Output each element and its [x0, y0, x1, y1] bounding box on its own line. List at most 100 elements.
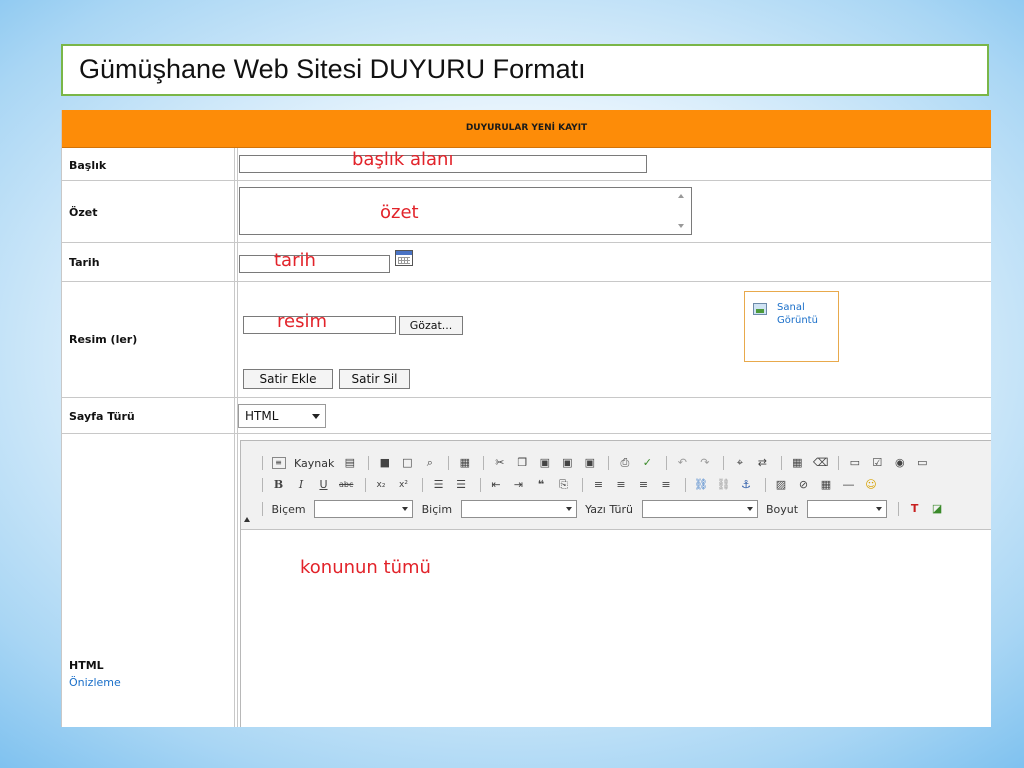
- size-select[interactable]: [806, 500, 887, 518]
- row-ozet: Özet özet: [62, 181, 991, 243]
- sayfa-turu-label: Sayfa Türü: [69, 410, 135, 423]
- size-label: Boyut: [766, 502, 799, 516]
- font-select[interactable]: [641, 500, 758, 518]
- column-separator: [237, 434, 238, 727]
- table-icon[interactable]: ▦: [819, 478, 833, 492]
- sayfa-turu-selected: HTML: [245, 409, 279, 423]
- radio-icon[interactable]: ◉: [893, 456, 907, 470]
- collapse-toolbar-icon[interactable]: [244, 517, 250, 522]
- paste-icon[interactable]: ▣: [538, 456, 552, 470]
- smiley-icon[interactable]: ☺: [864, 478, 878, 492]
- slide-title: Gümüşhane Web Sitesi DUYURU Formatı: [79, 54, 586, 84]
- row-sayfa-turu: Sayfa Türü HTML: [62, 398, 991, 434]
- horizontal-line-icon[interactable]: ―: [842, 478, 856, 492]
- paste-word-icon[interactable]: ▣: [583, 456, 597, 470]
- paste-text-icon[interactable]: ▣: [560, 456, 574, 470]
- link-icon[interactable]: ⛓: [694, 478, 708, 492]
- onizleme-link[interactable]: Önizleme: [69, 676, 121, 689]
- flash-icon[interactable]: ⊘: [797, 478, 811, 492]
- copy-icon[interactable]: ❐: [515, 456, 529, 470]
- redo-icon[interactable]: ↷: [698, 456, 712, 470]
- baslik-annotation: başlık alanı: [352, 149, 454, 170]
- sayfa-turu-select[interactable]: HTML: [238, 404, 326, 428]
- scroll-up-icon[interactable]: [678, 194, 684, 198]
- column-separator: [237, 181, 238, 242]
- save-template-icon[interactable]: ▤: [343, 456, 357, 470]
- unlink-icon[interactable]: ⛓: [717, 478, 731, 492]
- replace-icon[interactable]: ⇄: [755, 456, 769, 470]
- preview-box[interactable]: Sanal Görüntü: [744, 291, 839, 362]
- column-separator: [234, 243, 235, 281]
- find-icon[interactable]: ⌖: [733, 456, 747, 470]
- bold-icon[interactable]: B: [272, 478, 286, 492]
- ozet-textarea[interactable]: [239, 187, 692, 235]
- align-center-icon[interactable]: ≡: [614, 478, 628, 492]
- undo-icon[interactable]: ↶: [675, 456, 689, 470]
- select-all-icon[interactable]: ▦: [790, 456, 804, 470]
- align-left-icon[interactable]: ≡: [592, 478, 606, 492]
- form-header: DUYURULAR YENİ KAYIT: [62, 110, 991, 148]
- row-tarih: Tarih tarih: [62, 243, 991, 282]
- format-select[interactable]: [460, 500, 577, 518]
- preview-label[interactable]: Sanal Görüntü: [777, 301, 837, 327]
- blockquote-icon[interactable]: ❝: [534, 478, 548, 492]
- delete-row-button[interactable]: Satir Sil: [339, 369, 410, 389]
- browse-button[interactable]: Gözat...: [399, 316, 463, 335]
- column-separator: [234, 282, 235, 397]
- strikethrough-icon[interactable]: abc: [339, 478, 353, 492]
- html-annotation: konunun tümü: [300, 557, 431, 578]
- templates-icon[interactable]: ▦: [458, 456, 472, 470]
- indent-icon[interactable]: ⇥: [512, 478, 526, 492]
- column-separator: [234, 434, 235, 727]
- add-row-button[interactable]: Satir Ekle: [243, 369, 333, 389]
- source-icon[interactable]: ≡: [271, 457, 286, 469]
- underline-icon[interactable]: U: [317, 478, 331, 492]
- calendar-icon[interactable]: [395, 250, 413, 266]
- preview-icon[interactable]: ⌕: [423, 456, 437, 470]
- print-icon[interactable]: ⎙: [618, 456, 632, 470]
- anchor-icon[interactable]: ⚓: [739, 478, 753, 492]
- editor-content-area[interactable]: konunun tümü: [241, 530, 991, 727]
- remove-format-icon[interactable]: ⌫: [813, 456, 829, 470]
- subscript-icon[interactable]: x₂: [374, 478, 388, 492]
- justify-icon[interactable]: ≡: [659, 478, 673, 492]
- bullet-list-icon[interactable]: ☰: [454, 478, 468, 492]
- editor-toolbar: ≡ Kaynak ▤ ■ □ ⌕ ▦ ✂ ❐ ▣ ▣ ▣ ⎙ ✓ ↶ ↷ ⌖ ⇄…: [241, 441, 991, 530]
- column-separator: [234, 148, 235, 180]
- superscript-icon[interactable]: x²: [397, 478, 411, 492]
- source-button[interactable]: Kaynak: [294, 457, 334, 470]
- div-icon[interactable]: ⎘: [557, 478, 571, 492]
- chevron-down-icon: [312, 414, 320, 419]
- column-separator: [237, 148, 238, 180]
- checkbox-icon[interactable]: ☑: [870, 456, 884, 470]
- scroll-down-icon[interactable]: [678, 224, 684, 228]
- bg-color-icon[interactable]: ◪: [930, 502, 944, 516]
- spellcheck-icon[interactable]: ✓: [640, 456, 654, 470]
- baslik-label: Başlık: [69, 159, 107, 172]
- resim-label: Resim (ler): [69, 333, 138, 346]
- image-icon[interactable]: ▨: [774, 478, 788, 492]
- toolbar-row-2: B I U abc x₂ x² ☰ ☰ ⇤ ⇥ ❝ ⎘ ≡ ≡ ≡ ≡ ⛓ ⛓ …: [259, 478, 883, 500]
- textarea-scrollbar[interactable]: [675, 190, 689, 232]
- text-field-icon[interactable]: ▭: [915, 456, 929, 470]
- italic-icon[interactable]: I: [294, 478, 308, 492]
- column-separator: [234, 398, 235, 433]
- image-icon: [753, 303, 767, 315]
- outdent-icon[interactable]: ⇤: [489, 478, 503, 492]
- column-separator: [234, 181, 235, 242]
- style-select[interactable]: [314, 500, 414, 518]
- text-color-icon[interactable]: T: [908, 502, 922, 516]
- ozet-label: Özet: [69, 206, 98, 219]
- align-right-icon[interactable]: ≡: [637, 478, 651, 492]
- tarih-label: Tarih: [69, 256, 100, 269]
- numbered-list-icon[interactable]: ☰: [432, 478, 446, 492]
- row-html: HTML Önizleme ≡ Kaynak ▤ ■ □ ⌕ ▦ ✂ ❐ ▣ ▣…: [62, 434, 991, 727]
- toolbar-row-1: ≡ Kaynak ▤ ■ □ ⌕ ▦ ✂ ❐ ▣ ▣ ▣ ⎙ ✓ ↶ ↷ ⌖ ⇄…: [259, 456, 934, 478]
- save-icon[interactable]: ■: [378, 456, 392, 470]
- new-page-icon[interactable]: □: [400, 456, 414, 470]
- cut-icon[interactable]: ✂: [493, 456, 507, 470]
- row-baslik: Başlık başlık alanı: [62, 148, 991, 181]
- form-icon[interactable]: ▭: [848, 456, 862, 470]
- column-separator: [237, 243, 238, 281]
- announcement-form: DUYURULAR YENİ KAYIT Başlık başlık alanı…: [61, 110, 991, 727]
